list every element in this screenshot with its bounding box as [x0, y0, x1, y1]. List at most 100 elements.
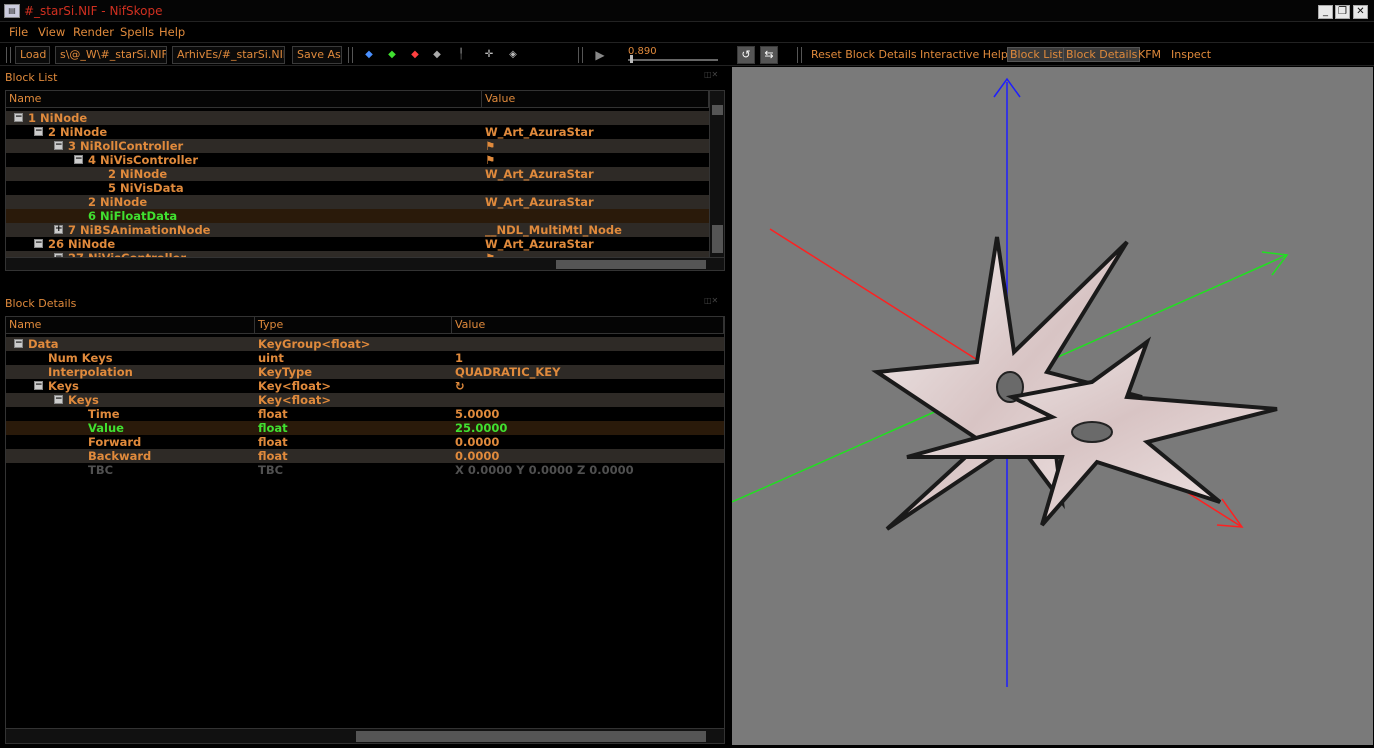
flip-icon[interactable]: ◈	[506, 49, 520, 61]
block-details-row[interactable]: TBC TBC X 0.0000 Y 0.0000 Z 0.0000	[6, 463, 724, 477]
block-details-title: Block Details	[5, 297, 77, 310]
reset-block-details-action[interactable]: Reset Block Details	[811, 48, 917, 61]
perspective-icon[interactable]: ╿	[454, 49, 468, 61]
vscroll-thumb-lower[interactable]	[712, 225, 723, 253]
block-details-row[interactable]: Forward float 0.0000	[6, 435, 724, 449]
hscroll-thumb[interactable]	[356, 731, 706, 742]
block-details-tree[interactable]: Name Type Value − Data KeyGroup<float> Num …	[5, 316, 725, 744]
block-list-row[interactable]: 5 NiVisData	[6, 181, 709, 195]
walk-mode-icon[interactable]: ✛	[482, 49, 496, 61]
collapse-icon[interactable]: −	[34, 381, 43, 390]
cell-value: ↻	[455, 379, 465, 393]
render-viewport[interactable]	[731, 67, 1373, 745]
cell-type: float	[258, 435, 288, 449]
menu-file[interactable]: File	[9, 25, 28, 39]
collapse-icon[interactable]: −	[34, 239, 43, 248]
scene-svg[interactable]	[731, 67, 1373, 745]
block-list-row[interactable]: −3 NiRollController ⚑	[6, 139, 709, 153]
cell-type: float	[258, 407, 288, 421]
column-value[interactable]: Value	[482, 91, 709, 108]
collapse-icon[interactable]: −	[14, 113, 23, 122]
block-list-hscroll[interactable]	[6, 257, 724, 270]
collapse-icon[interactable]: −	[74, 155, 83, 164]
switch-icon[interactable]: ⇆	[760, 46, 778, 64]
toolbar-grip[interactable]	[797, 47, 802, 63]
block-list-row[interactable]: 6 NiFloatData	[6, 209, 709, 223]
save-as-button[interactable]: Save As	[292, 46, 342, 64]
cell-value: __NDL_MultiMtl_Node	[485, 223, 622, 237]
cell-type: Key<float>	[258, 379, 331, 393]
cell-name: 5 NiVisData	[108, 181, 184, 195]
block-details-row[interactable]: Backward float 0.0000	[6, 449, 724, 463]
column-type[interactable]: Type	[255, 317, 452, 334]
cell-value: 0.0000	[455, 435, 500, 449]
collapse-icon[interactable]: −	[14, 339, 23, 348]
app-icon[interactable]: ▤	[4, 4, 20, 18]
restore-button[interactable]: ❐	[1335, 5, 1350, 19]
block-list-vscroll[interactable]	[709, 91, 724, 257]
play-button[interactable]: ▶	[593, 49, 607, 61]
vscroll-thumb[interactable]	[712, 105, 723, 115]
column-value[interactable]: Value	[452, 317, 724, 334]
collapse-icon[interactable]: −	[54, 141, 63, 150]
cell-name: Keys	[48, 379, 79, 393]
menu-help[interactable]: Help	[159, 25, 185, 39]
toolbar-grip[interactable]	[578, 47, 583, 63]
block-list-row[interactable]: −26 NiNode W_Art_AzuraStar	[6, 237, 709, 251]
interactive-help-action[interactable]: Interactive Help	[920, 48, 1008, 61]
column-name[interactable]: Name	[6, 317, 255, 334]
view-side-icon[interactable]: ◆	[408, 49, 422, 61]
menu-render[interactable]: Render	[73, 25, 114, 39]
block-details-row[interactable]: Value float 25.0000	[6, 421, 724, 435]
block-list-row[interactable]: −2 NiNode W_Art_AzuraStar	[6, 125, 709, 139]
toolbar-grip[interactable]	[6, 47, 11, 63]
minimize-button[interactable]: _	[1318, 5, 1333, 19]
block-list-row[interactable]: −1 NiNode	[6, 111, 709, 125]
block-details-row[interactable]: − Keys Key<float> ↻	[6, 379, 724, 393]
block-list-row[interactable]: 2 NiNode W_Art_AzuraStar	[6, 195, 709, 209]
time-slider-handle[interactable]	[630, 55, 633, 63]
block-details-row[interactable]: Time float 5.0000	[6, 407, 724, 421]
load-button[interactable]: Load	[15, 46, 50, 64]
time-slider[interactable]	[628, 59, 718, 61]
cell-value: 5.0000	[455, 407, 500, 421]
block-details-row[interactable]: − Data KeyGroup<float>	[6, 337, 724, 351]
menu-view[interactable]: View	[38, 25, 65, 39]
column-name[interactable]: Name	[6, 91, 482, 108]
toolbar-grip[interactable]	[348, 47, 353, 63]
block-details-toggle[interactable]: Block Details	[1063, 47, 1141, 62]
block-list-row[interactable]: +7 NiBSAnimationNode __NDL_MultiMtl_Node	[6, 223, 709, 237]
block-list-toggle[interactable]: Block List	[1007, 47, 1066, 62]
kfm-action[interactable]: KFM	[1138, 48, 1161, 61]
block-details-row[interactable]: Interpolation KeyType QUADRATIC_KEY	[6, 365, 724, 379]
cell-name: Time	[88, 407, 120, 421]
block-details-row[interactable]: Num Keys uint 1	[6, 351, 724, 365]
cell-type: KeyType	[258, 365, 313, 379]
close-button[interactable]: ✕	[1353, 5, 1368, 19]
cell-name: 6 NiFloatData	[88, 209, 178, 223]
view-top-icon[interactable]: ◆	[362, 49, 376, 61]
cell-value: W_Art_AzuraStar	[485, 237, 594, 251]
archive-path-field[interactable]: ArhivEs/#_starSi.NIF	[172, 46, 285, 64]
dock-float-icon[interactable]: ◫✕	[704, 70, 724, 80]
block-list-row[interactable]: −4 NiVisController ⚑	[6, 153, 709, 167]
view-user-icon[interactable]: ◆	[430, 49, 444, 61]
view-front-icon[interactable]: ◆	[385, 49, 399, 61]
cell-value	[455, 393, 722, 407]
cell-value: ⚑	[485, 153, 496, 167]
collapse-icon[interactable]: −	[34, 127, 43, 136]
block-list-row[interactable]: 2 NiNode W_Art_AzuraStar	[6, 167, 709, 181]
dock-float-icon[interactable]: ◫✕	[704, 296, 724, 306]
cell-value	[485, 111, 709, 125]
menu-spells[interactable]: Spells	[120, 25, 154, 39]
hscroll-thumb[interactable]	[556, 260, 706, 269]
inspect-action[interactable]: Inspect	[1171, 48, 1211, 61]
loop-icon[interactable]: ↺	[737, 46, 755, 64]
block-list-tree[interactable]: Name Value −1 NiNode −2 NiNode W_Art_Azura…	[5, 90, 725, 271]
cell-name: TBC	[88, 463, 114, 477]
collapse-icon[interactable]: −	[54, 395, 63, 404]
local-path-field[interactable]: s\@_W\#_starSi.NIF	[55, 46, 167, 64]
block-details-hscroll[interactable]	[6, 728, 724, 743]
block-details-row[interactable]: − Keys Key<float>	[6, 393, 724, 407]
expand-icon[interactable]: +	[54, 225, 63, 234]
